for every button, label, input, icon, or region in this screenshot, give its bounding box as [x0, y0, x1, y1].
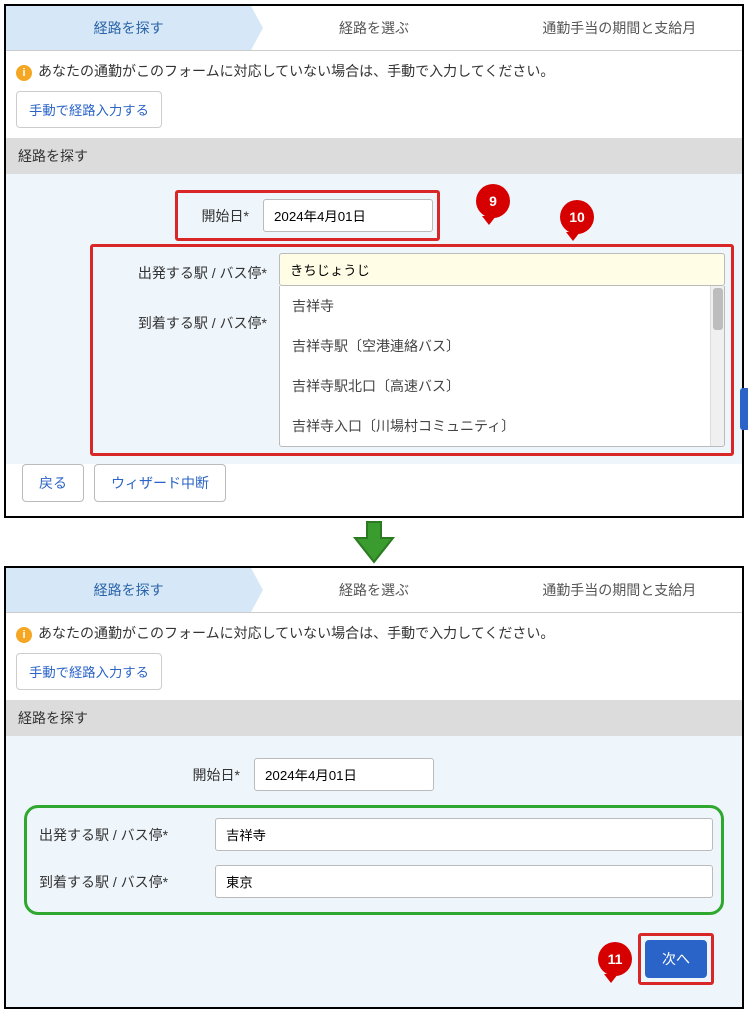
scrollbar-thumb[interactable]: [713, 288, 723, 330]
cancel-button[interactable]: ウィザード中断: [94, 464, 226, 502]
info-icon: i: [16, 65, 32, 81]
highlight-completed: 出発する駅 / バス停* 到着する駅 / バス停*: [24, 805, 724, 915]
label-start-date: 開始日*: [24, 765, 254, 785]
suggestion-item[interactable]: 吉祥寺入口〔川場村コミュニティ〕: [280, 406, 724, 446]
label-from: 出発する駅 / バス停*: [99, 263, 267, 283]
button-row: 戻る ウィザード中断: [6, 464, 742, 516]
label-start-date: 開始日*: [180, 206, 263, 226]
next-button[interactable]: 次へ: [645, 940, 707, 978]
callout-11: 11: [598, 942, 632, 976]
step-1[interactable]: 経路を探す: [6, 6, 251, 50]
panel-before: 経路を探す 経路を選ぶ 通勤手当の期間と支給月 i あなたの通勤がこのフォームに対…: [4, 4, 744, 518]
info-text: あなたの通勤がこのフォームに対応していない場合は、手動で入力してください。: [38, 63, 554, 79]
step-2[interactable]: 経路を選ぶ: [251, 568, 496, 612]
suggestion-item[interactable]: 吉祥寺駅北口〔高速バス〕: [280, 366, 724, 406]
from-station-input[interactable]: [215, 818, 713, 851]
station-labels: 出発する駅 / バス停* 到着する駅 / バス停*: [99, 253, 279, 447]
scrollbar[interactable]: [710, 286, 724, 446]
back-button[interactable]: 戻る: [22, 464, 84, 502]
highlight-stations: 出発する駅 / バス停* 到着する駅 / バス停* 吉祥寺 吉祥寺駅〔空港連絡バ…: [90, 244, 734, 456]
wizard-steps: 経路を探す 経路を選ぶ 通勤手当の期間と支給月: [6, 568, 742, 613]
form-area: 開始日* 出発する駅 / バス停* 到着する駅 / バス停* 11 次へ: [6, 736, 742, 1007]
highlight-date: 開始日*: [175, 190, 440, 241]
start-date-input[interactable]: [263, 199, 433, 232]
panel-after: 経路を探す 経路を選ぶ 通勤手当の期間と支給月 i あなたの通勤がこのフォームに対…: [4, 566, 744, 1009]
form-area: 開始日* 9 10 出発する駅 / バス停* 到着する駅 / バス停* 吉祥寺 …: [6, 174, 742, 464]
label-to: 到着する駅 / バス停*: [35, 872, 215, 892]
callout-9: 9: [476, 184, 510, 218]
section-header: 経路を探す: [6, 138, 742, 174]
step-3[interactable]: 通勤手当の期間と支給月: [497, 6, 742, 50]
label-to: 到着する駅 / バス停*: [99, 313, 267, 333]
highlight-next: 次へ: [638, 933, 714, 985]
suggestion-item[interactable]: 吉祥寺: [280, 286, 724, 326]
manual-input-button[interactable]: 手動で経路入力する: [16, 91, 162, 128]
suggestion-dropdown: 吉祥寺 吉祥寺駅〔空港連絡バス〕 吉祥寺駅北口〔高速バス〕 吉祥寺入口〔川場村コ…: [279, 286, 725, 447]
section-header: 経路を探す: [6, 700, 742, 736]
callout-10: 10: [560, 200, 594, 234]
blue-strip-icon: [740, 388, 748, 430]
manual-input-button[interactable]: 手動で経路入力する: [16, 653, 162, 690]
to-station-input[interactable]: [215, 865, 713, 898]
step-2[interactable]: 経路を選ぶ: [251, 6, 496, 50]
step-1[interactable]: 経路を探す: [6, 568, 251, 612]
info-message: i あなたの通勤がこのフォームに対応していない場合は、手動で入力してください。: [6, 51, 742, 89]
label-from: 出発する駅 / バス停*: [35, 825, 215, 845]
info-message: i あなたの通勤がこのフォームに対応していない場合は、手動で入力してください。: [6, 613, 742, 651]
info-icon: i: [16, 627, 32, 643]
from-station-input[interactable]: [279, 253, 725, 286]
step-3[interactable]: 通勤手当の期間と支給月: [497, 568, 742, 612]
suggestion-item[interactable]: 吉祥寺駅〔空港連絡バス〕: [280, 326, 724, 366]
wizard-steps: 経路を探す 経路を選ぶ 通勤手当の期間と支給月: [6, 6, 742, 51]
start-date-input[interactable]: [254, 758, 434, 791]
info-text: あなたの通勤がこのフォームに対応していない場合は、手動で入力してください。: [38, 625, 554, 641]
arrow-down-icon: [0, 520, 748, 564]
